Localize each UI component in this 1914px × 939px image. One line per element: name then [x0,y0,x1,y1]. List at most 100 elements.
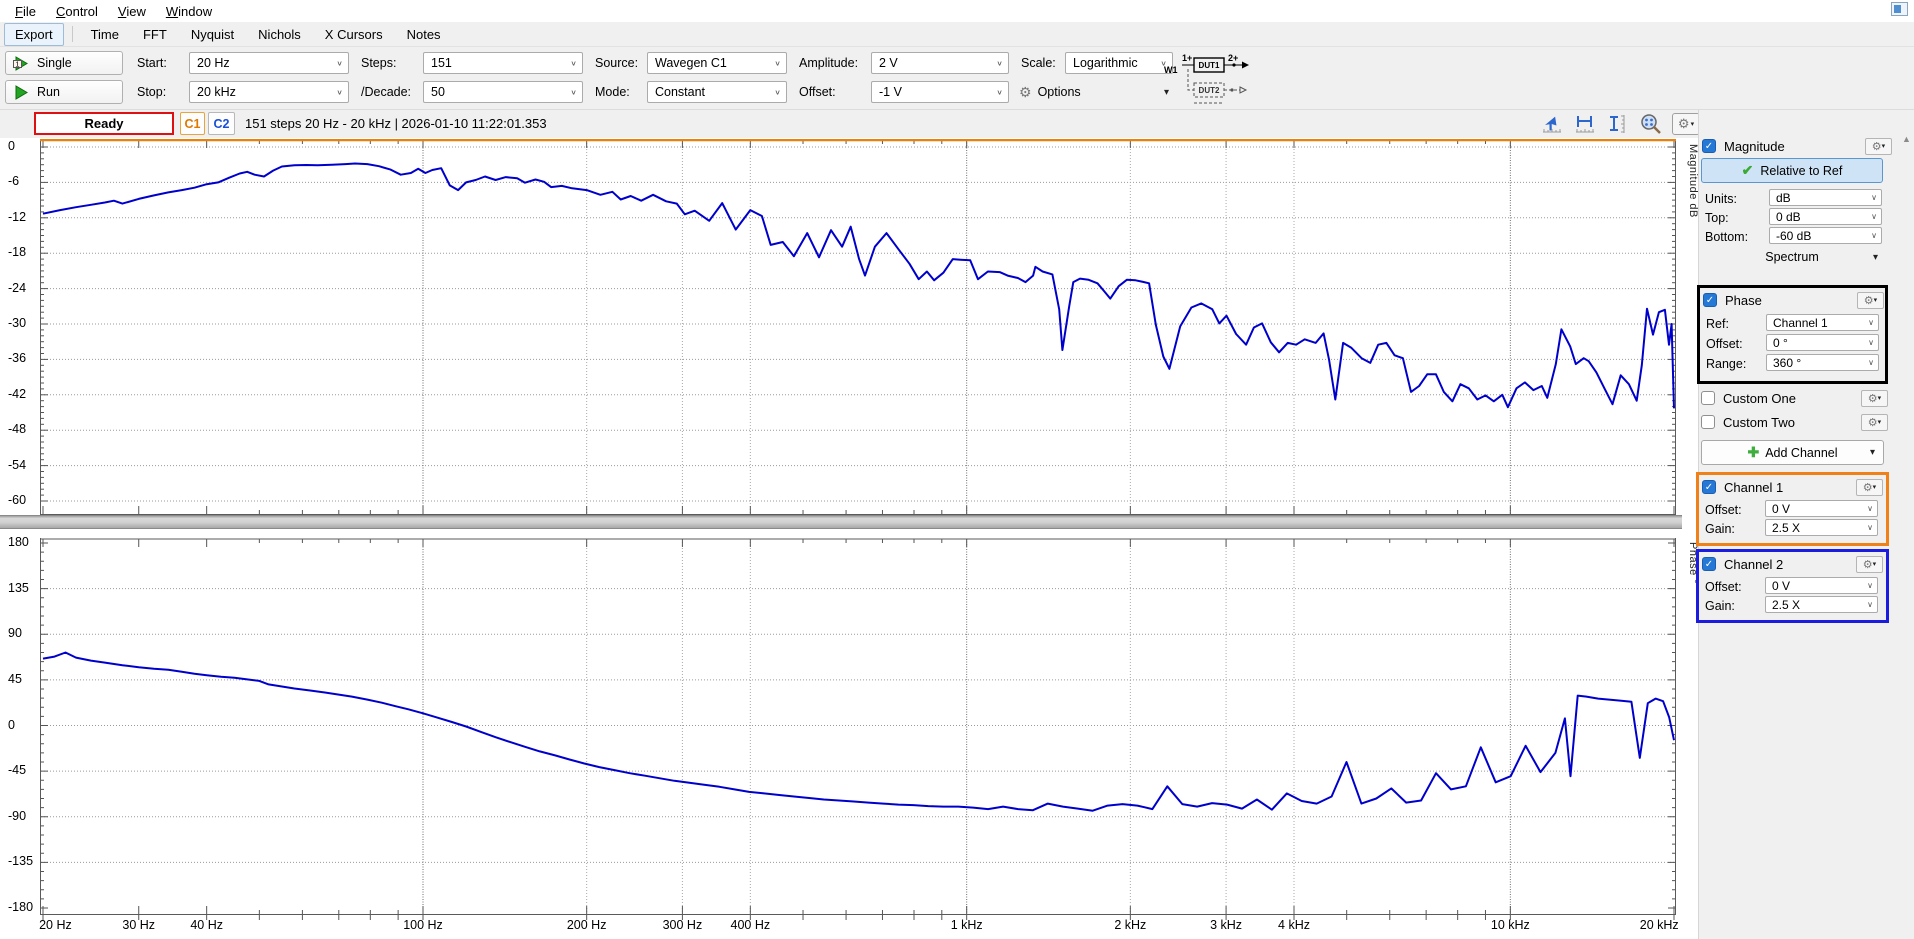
scroll-up-arrow-icon[interactable]: ▲ [1900,134,1913,144]
dropdown-arrow-icon: ▾ [1873,483,1877,491]
x-tick-label: 200 Hz [567,918,607,932]
magnitude-tick-label: 0 [8,139,15,153]
top-dropdown[interactable]: 0 dB ∨ [1769,208,1882,225]
relative-to-ref-button[interactable]: ✔ Relative to Ref [1701,158,1883,183]
phase-tick-label: -90 [8,809,26,823]
options-button[interactable]: ⚙ Options ▾ [1015,84,1173,101]
channel1-offset-dropdown[interactable]: 0 V ∨ [1765,500,1878,517]
steps-dropdown[interactable]: 151 ∨ [423,52,583,74]
single-button[interactable]: 1 Single [5,51,123,75]
gear-icon: ⚙ [1863,481,1873,494]
phase-plot[interactable] [40,538,1676,921]
source-dropdown[interactable]: Wavegen C1 ∨ [647,52,787,74]
phase-section-title: Phase [1725,293,1762,308]
steps-value: 151 [431,56,452,70]
range-dropdown[interactable]: 360 ° ∨ [1766,354,1879,371]
menu-window[interactable]: Window [157,2,221,21]
offset-dropdown[interactable]: -1 V ∨ [871,81,1009,103]
zoom-magnifier-icon[interactable] [1639,113,1663,135]
diagram-dut2-text: DUT2 [1199,86,1220,95]
channel1-gear-button[interactable]: ⚙ ▾ [1856,479,1883,496]
bottom-dropdown[interactable]: -60 dB ∨ [1769,227,1882,244]
channel1-offset-label: Offset: [1705,503,1742,517]
mode-dropdown[interactable]: Constant ∨ [647,81,787,103]
channel2-gain-dropdown[interactable]: 2.5 X ∨ [1765,596,1878,613]
custom-two-gear-button[interactable]: ⚙ ▾ [1861,414,1888,431]
menu-view[interactable]: View [109,2,155,21]
units-value: dB [1776,191,1791,205]
top-label: Top: [1705,211,1729,225]
tab-nyquist[interactable]: Nyquist [181,24,244,45]
horizontal-cursor-icon[interactable] [1573,113,1597,135]
x-tick-label: 2 kHz [1114,918,1146,932]
spectrum-selector[interactable]: Spectrum ▾ [1700,250,1884,264]
network-analyzer-window: File Control View Window Export Time FFT… [0,0,1914,939]
units-dropdown[interactable]: dB ∨ [1769,189,1882,206]
custom-one-title: Custom One [1723,391,1796,406]
phase-tick-label: 0 [8,718,15,732]
plot-splitter-handle[interactable] [0,515,1682,529]
scale-dropdown[interactable]: Logarithmic ∨ [1065,52,1173,74]
single-button-label: Single [37,56,72,70]
decade-dropdown[interactable]: 50 ∨ [423,81,583,103]
gear-icon: ⚙ [1868,416,1878,429]
channel2-gear-button[interactable]: ⚙ ▾ [1856,556,1883,573]
magnitude-tick-label: -48 [8,422,26,436]
magnitude-gear-button[interactable]: ⚙ ▾ [1865,138,1892,155]
acquisition-toolbar: 1 Single Start: 20 Hz ∨ Steps: 151 ∨ Sou… [0,47,1914,110]
gear-icon: ⚙ [1019,84,1032,101]
tab-export[interactable]: Export [4,23,64,46]
chevron-down-icon: ∨ [1867,523,1873,532]
vertical-cursor-icon[interactable] [1606,113,1630,135]
chevron-down-icon: ∨ [336,88,343,97]
add-channel-button[interactable]: ✚ Add Channel ▾ [1701,440,1884,465]
menu-file[interactable]: File [6,2,45,21]
panel-scrollbar[interactable]: ▲ [1900,134,1913,939]
phase-checkbox[interactable]: ✓ [1703,293,1717,307]
steps-label: Steps: [355,56,417,70]
custom-two-checkbox[interactable] [1701,415,1715,429]
magnitude-checkbox[interactable]: ✓ [1702,139,1716,153]
window-corner-icon[interactable] [1891,2,1908,16]
channel1-chip[interactable]: C1 [180,112,205,135]
range-label: Range: [1706,357,1746,371]
phase-gear-button[interactable]: ⚙ ▾ [1857,292,1884,309]
channel2-offset-dropdown[interactable]: 0 V ∨ [1765,577,1878,594]
ref-dropdown[interactable]: Channel 1 ∨ [1766,314,1879,331]
amplitude-dropdown[interactable]: 2 V ∨ [871,52,1009,74]
stop-dropdown[interactable]: 20 kHz ∨ [189,81,349,103]
run-button-label: Run [37,85,60,99]
start-dropdown[interactable]: 20 Hz ∨ [189,52,349,74]
bottom-row: Bottom: [1705,228,1748,246]
custom-one-gear-button[interactable]: ⚙ ▾ [1861,390,1888,407]
phase-offset-dropdown[interactable]: 0 ° ∨ [1766,334,1879,351]
run-play-icon [13,85,29,100]
channel2-chip[interactable]: C2 [208,112,235,135]
channel1-gain-dropdown[interactable]: 2.5 X ∨ [1765,519,1878,536]
plot-settings-gear-button[interactable]: ⚙ ▾ [1672,113,1700,135]
chevron-down-icon: ∨ [1868,318,1874,327]
amplitude-label: Amplitude: [793,56,865,70]
start-value: 20 Hz [197,56,230,70]
tab-x-cursors[interactable]: X Cursors [315,24,393,45]
magnitude-section-header: ✓ Magnitude ⚙ ▾ [1702,137,1892,155]
custom-one-checkbox[interactable] [1701,391,1715,405]
select-cursor-icon[interactable] [1540,113,1564,135]
channel1-checkbox[interactable]: ✓ [1702,480,1716,494]
tab-nichols[interactable]: Nichols [248,24,311,45]
magnitude-tick-label: -60 [8,493,26,507]
tab-fft[interactable]: FFT [133,24,177,45]
mode-label: Mode: [589,85,641,99]
plus-icon: ✚ [1747,444,1759,461]
x-tick-label: 10 kHz [1491,918,1530,932]
run-button[interactable]: Run [5,80,123,104]
magnitude-plot[interactable] [40,139,1676,515]
magnitude-tick-label: -42 [8,387,26,401]
menu-control[interactable]: Control [47,2,107,21]
tab-time[interactable]: Time [81,24,129,45]
diagram-plus1-text: 1+ [1182,53,1192,63]
x-tick-label: 300 Hz [663,918,703,932]
channel2-checkbox[interactable]: ✓ [1702,557,1716,571]
tab-notes[interactable]: Notes [397,24,451,45]
bottom-value: -60 dB [1776,229,1811,243]
